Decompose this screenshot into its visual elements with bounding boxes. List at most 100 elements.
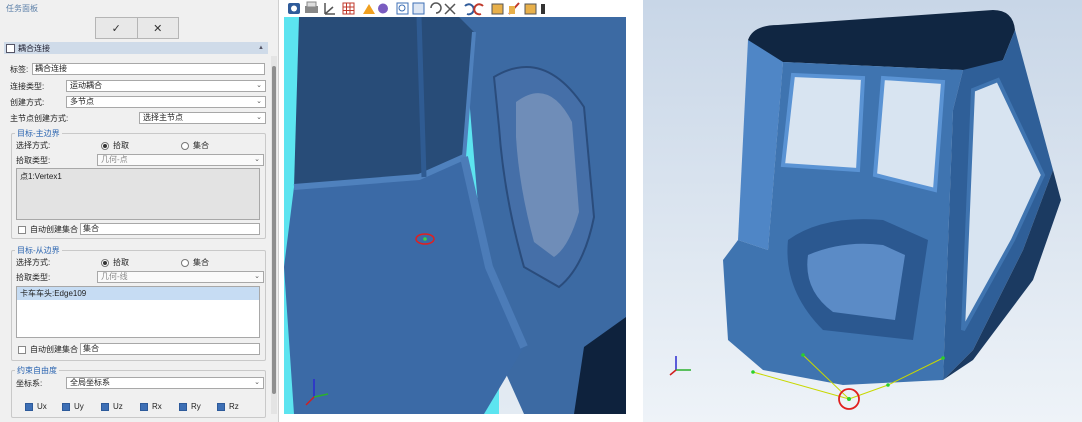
tag-input[interactable]: 耦合连接: [32, 63, 265, 75]
dof-check-label: Rz: [229, 402, 239, 411]
slave-auto-label: 自动创建集合: [30, 345, 78, 354]
shading-icon[interactable]: [363, 4, 375, 14]
chevron-down-icon: ⌄: [256, 98, 262, 105]
dof-check-label: Ux: [37, 402, 47, 411]
master-mode-value: 选择主节点: [143, 113, 183, 122]
panel-scrollbar[interactable]: [271, 56, 277, 414]
view-orient-icon[interactable]: [444, 3, 456, 15]
viewport-zoomed[interactable]: [284, 17, 626, 414]
create-mode-value: 多节点: [70, 97, 94, 106]
list-item[interactable]: 点1:Vertex1: [17, 169, 259, 184]
coord-select[interactable]: 全局坐标系 ⌄: [66, 377, 264, 389]
master-select-label: 选择方式:: [16, 141, 51, 150]
slave-radio-pick-label: 拾取: [113, 258, 129, 267]
zoom-fit-icon[interactable]: [412, 2, 425, 15]
dof-check-uy[interactable]: Uy: [62, 402, 84, 411]
cancel-button[interactable]: ✕: [138, 18, 179, 38]
list-item[interactable]: 卡车车头:Edge109: [17, 287, 259, 300]
display-mode-icon[interactable]: [378, 3, 388, 14]
slave-auto-checkbox[interactable]: 自动创建集合: [18, 344, 78, 355]
section-plane-icon[interactable]: [508, 2, 520, 15]
slave-pick-list[interactable]: 卡车车头:Edge109: [16, 286, 260, 338]
master-radio-set[interactable]: 集合: [181, 140, 209, 151]
conn-type-select[interactable]: 运动耦合 ⌄: [66, 80, 266, 92]
checkbox-icon: [18, 345, 26, 354]
more-icon[interactable]: [541, 4, 545, 14]
section-header[interactable]: 耦合连接 ▲: [4, 42, 268, 54]
create-mode-select[interactable]: 多节点 ⌄: [66, 96, 266, 108]
undo-icon[interactable]: [464, 3, 475, 16]
radio-icon: [181, 258, 189, 267]
slave-group-title: 目标-从边界: [15, 245, 62, 256]
conn-type-value: 运动耦合: [70, 81, 102, 90]
checkbox-checked-icon: [62, 402, 70, 411]
rotate-icon[interactable]: [430, 2, 442, 14]
collapse-icon[interactable]: ▲: [258, 45, 264, 51]
model-full-render: [643, 0, 1082, 422]
master-radio-pick-label: 拾取: [113, 141, 129, 150]
dof-check-ry[interactable]: Ry: [179, 402, 201, 411]
task-panel: 任务面板 ✓ ✕ 耦合连接 ▲ 标签: 耦合连接 连接类型: 运动耦合 ⌄ 创建方…: [0, 0, 279, 422]
axis-icon[interactable]: [324, 3, 335, 15]
checkbox-checked-icon: [140, 402, 148, 411]
model-zoom-render: [284, 17, 626, 414]
confirm-bar: ✓ ✕: [95, 17, 179, 39]
radio-icon: [181, 141, 189, 150]
dof-check-label: Uy: [74, 402, 84, 411]
dof-check-rz[interactable]: Rz: [217, 402, 239, 411]
dof-check-label: Ry: [191, 402, 201, 411]
master-radio-set-label: 集合: [193, 141, 209, 150]
dof-check-rx[interactable]: Rx: [140, 402, 162, 411]
master-radio-pick[interactable]: 拾取: [101, 140, 129, 151]
section-title: 耦合连接: [18, 43, 50, 53]
section-icon: [6, 43, 15, 53]
checkbox-checked-icon: [101, 402, 109, 411]
conn-type-label: 连接类型:: [10, 82, 45, 91]
master-set-input[interactable]: 集合: [80, 223, 260, 235]
master-pick-type-select[interactable]: 几何-点 ⌄: [97, 154, 264, 166]
redo-icon[interactable]: [473, 3, 484, 16]
panel-title: 任务面板: [6, 4, 38, 13]
viewport-full[interactable]: [643, 0, 1082, 422]
dof-check-ux[interactable]: Ux: [25, 402, 47, 411]
master-auto-label: 自动创建集合: [30, 225, 78, 234]
master-auto-checkbox[interactable]: 自动创建集合: [18, 224, 78, 235]
camera-icon[interactable]: [288, 3, 300, 14]
chevron-down-icon: ⌄: [254, 379, 260, 386]
chevron-down-icon: ⌄: [254, 273, 260, 280]
grid-icon[interactable]: [342, 2, 355, 15]
dof-check-label: Uz: [113, 402, 123, 411]
slave-pick-type-select[interactable]: 几何-线 ⌄: [97, 271, 264, 283]
slave-radio-set[interactable]: 集合: [181, 257, 209, 268]
dof-check-uz[interactable]: Uz: [101, 402, 123, 411]
dof-check-label: Rx: [152, 402, 162, 411]
view-toolbar: [284, 0, 629, 17]
radio-checked-icon: [101, 141, 109, 150]
slave-pick-type-label: 拾取类型:: [16, 273, 51, 282]
master-pick-list[interactable]: 点1:Vertex1: [16, 168, 260, 220]
slave-set-input[interactable]: 集合: [80, 343, 260, 355]
confirm-button[interactable]: ✓: [96, 18, 138, 38]
print-icon[interactable]: [305, 1, 318, 13]
slave-select-label: 选择方式:: [16, 258, 51, 267]
checkbox-checked-icon: [217, 402, 225, 411]
master-pick-type-value: 几何-点: [101, 155, 128, 164]
radio-checked-icon: [101, 258, 109, 267]
checkbox-checked-icon: [179, 402, 187, 411]
slave-radio-pick[interactable]: 拾取: [101, 257, 129, 268]
chevron-down-icon: ⌄: [254, 156, 260, 163]
master-pick-type-label: 拾取类型:: [16, 156, 51, 165]
chevron-down-icon: ⌄: [256, 82, 262, 89]
part-icon[interactable]: [524, 3, 537, 15]
master-mode-select[interactable]: 选择主节点 ⌄: [139, 112, 266, 124]
scrollbar-thumb[interactable]: [272, 66, 276, 394]
coord-label: 坐标系:: [16, 379, 43, 388]
zoom-window-icon[interactable]: [396, 2, 409, 15]
slave-radio-set-label: 集合: [193, 258, 209, 267]
master-mode-label: 主节点创建方式:: [10, 114, 69, 123]
box-icon[interactable]: [491, 3, 504, 15]
dof-group-title: 约束自由度: [15, 365, 59, 376]
chevron-down-icon: ⌄: [256, 114, 262, 121]
slave-pick-type-value: 几何-线: [101, 272, 128, 281]
checkbox-icon: [18, 225, 26, 234]
